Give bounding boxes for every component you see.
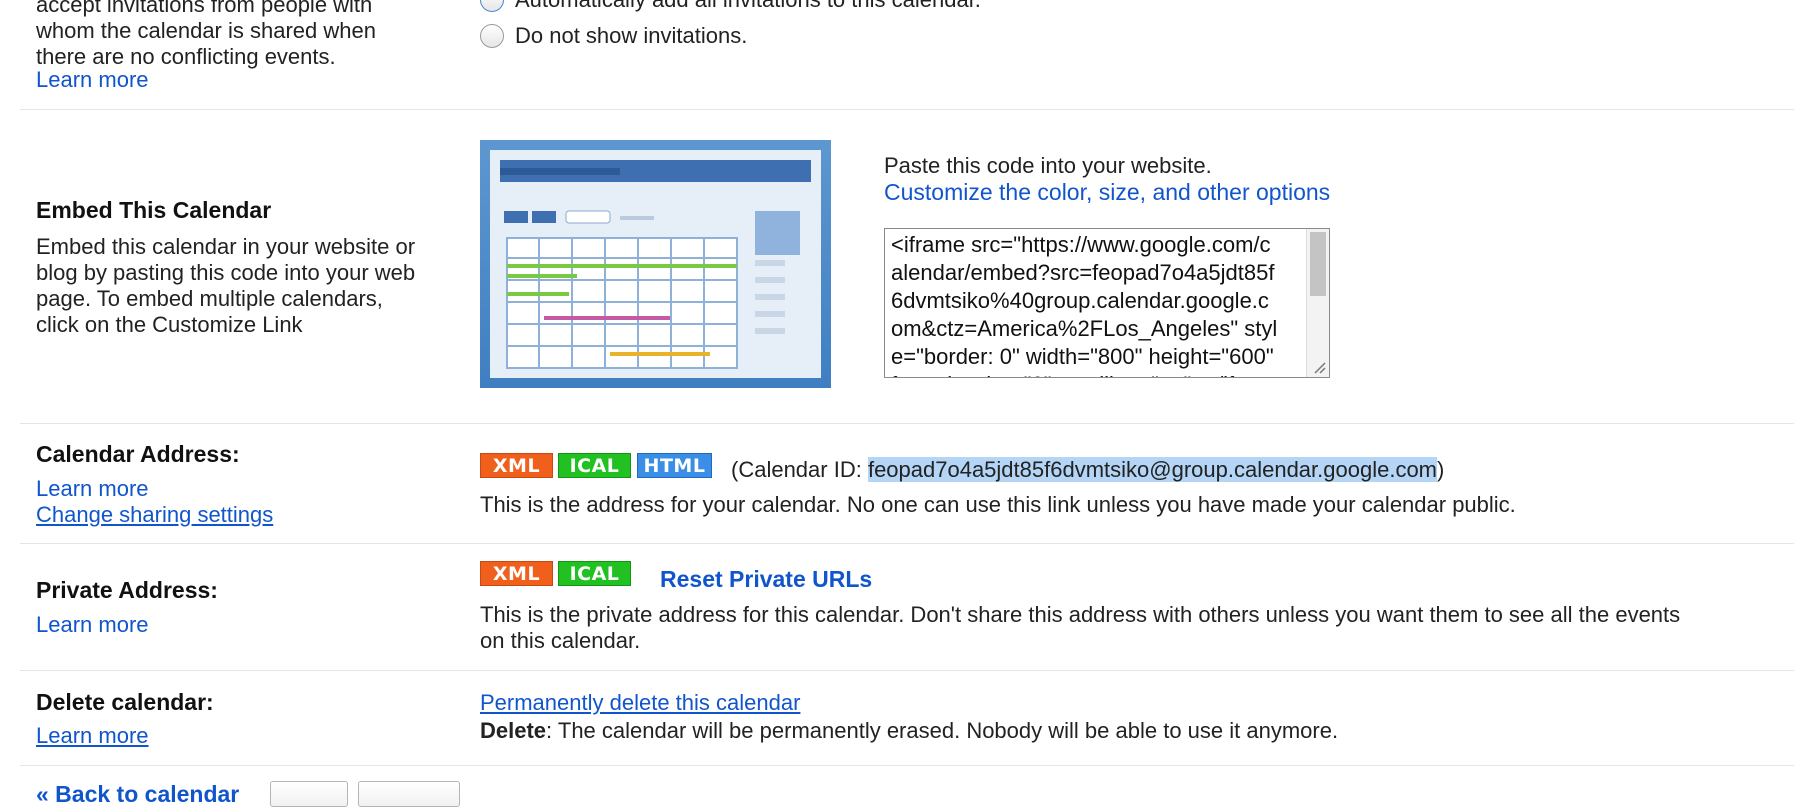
calendar-preview-image xyxy=(480,140,831,388)
calendar-address-learn-more-link[interactable]: Learn more xyxy=(36,476,149,502)
delete-calendar-heading: Delete calendar: xyxy=(36,689,214,715)
embed-paste-instruction: Paste this code into your website. xyxy=(884,153,1212,178)
embed-description: Embed this calendar in your website or b… xyxy=(36,234,415,338)
private-ical-feed-button[interactable]: ICAL xyxy=(558,561,631,586)
embed-heading: Embed This Calendar xyxy=(36,197,272,223)
radio-do-not-show-invitations[interactable] xyxy=(480,24,504,48)
ical-feed-button[interactable]: ICAL xyxy=(558,453,631,478)
calendar-id-prefix: (Calendar ID: xyxy=(731,457,868,482)
divider xyxy=(20,765,1794,766)
xml-feed-button[interactable]: XML xyxy=(480,453,553,478)
embed-description-line: Embed this calendar in your website or xyxy=(36,234,416,259)
delete-calendar-learn-more-link[interactable]: Learn more xyxy=(36,723,149,749)
radio-auto-add-label: Automatically add all invitations to thi… xyxy=(515,0,981,13)
change-sharing-settings-link[interactable]: Change sharing settings xyxy=(36,502,273,528)
calendar-address-description: This is the address for your calendar. N… xyxy=(480,492,1516,517)
private-address-description-line: on this calendar. xyxy=(480,628,641,653)
private-xml-feed-button[interactable]: XML xyxy=(480,561,553,586)
delete-warning: Delete: The calendar will be permanently… xyxy=(480,718,1338,744)
invitations-description-line: accept invitations from people with xyxy=(36,0,373,17)
divider xyxy=(20,109,1794,110)
delete-warning-bold: Delete xyxy=(480,718,547,743)
permanently-delete-link[interactable]: Permanently delete this calendar xyxy=(480,690,800,716)
embed-code-text: <iframe src="https://www.google.com/cale… xyxy=(891,232,1278,377)
delete-warning-text: : The calendar will be permanently erase… xyxy=(546,718,1339,743)
customize-options-link[interactable]: Customize the color, size, and other opt… xyxy=(884,179,1330,206)
html-link-button[interactable]: HTML xyxy=(637,453,712,478)
back-to-calendar-link[interactable]: « Back to calendar xyxy=(36,781,239,808)
calendar-id-value[interactable]: feopad7o4a5jdt85f6dvmtsiko@group.calenda… xyxy=(867,457,1438,482)
private-address-heading: Private Address: xyxy=(36,577,218,603)
embed-description-line: click on the Customize Link xyxy=(36,312,303,337)
divider xyxy=(20,423,1794,424)
invitations-description-line: whom the calendar is shared when xyxy=(36,18,376,43)
private-address-learn-more-link[interactable]: Learn more xyxy=(36,612,149,638)
embed-code-scrollbar[interactable] xyxy=(1306,229,1329,377)
divider xyxy=(20,670,1794,671)
radio-auto-add-invitations[interactable] xyxy=(480,0,504,12)
divider xyxy=(20,543,1794,544)
calendar-address-heading: Calendar Address: xyxy=(36,441,240,467)
save-button[interactable] xyxy=(270,781,348,807)
reset-private-urls-link[interactable]: Reset Private URLs xyxy=(660,566,872,593)
cancel-button[interactable] xyxy=(358,781,460,807)
resize-handle-icon[interactable] xyxy=(1311,359,1327,375)
radio-do-not-show-label: Do not show invitations. xyxy=(515,23,748,48)
private-address-description-line: This is the private address for this cal… xyxy=(480,602,1681,627)
invitations-description: accept invitations from people with whom… xyxy=(36,0,376,70)
embed-description-line: page. To embed multiple calendars, xyxy=(36,286,383,311)
private-address-description: This is the private address for this cal… xyxy=(480,602,1680,654)
embed-code-textarea[interactable]: <iframe src="https://www.google.com/cale… xyxy=(884,228,1330,378)
calendar-id-suffix: ) xyxy=(1437,457,1445,482)
scrollbar-thumb[interactable] xyxy=(1310,232,1326,296)
embed-description-line: blog by pasting this code into your web xyxy=(36,260,416,285)
invitations-learn-more-link[interactable]: Learn more xyxy=(36,67,149,93)
calendar-id-line: (Calendar ID: feopad7o4a5jdt85f6dvmtsiko… xyxy=(731,457,1444,483)
